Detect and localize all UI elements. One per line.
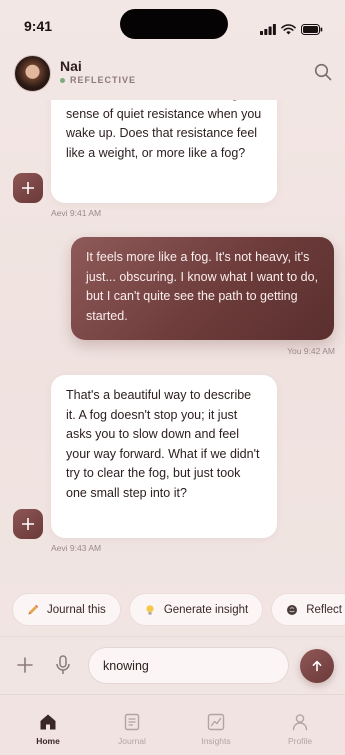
message-input[interactable] — [88, 647, 289, 684]
status-bar: 9:41 — [0, 0, 345, 46]
ai-message-bubble: session. You mentioned feeling a sense o… — [51, 100, 277, 203]
tab-label: Profile — [287, 736, 313, 746]
tab-label: Home — [36, 736, 60, 746]
status-time: 9:41 — [24, 18, 53, 34]
journal-icon — [124, 713, 140, 731]
phone-screen: 9:41 Nai REFLECTIVE sense of quiet resis… — [0, 0, 345, 755]
user-message-bubble: It feels more like a fog. It's not heavy… — [71, 237, 334, 340]
chip-label: Generate insight — [163, 603, 249, 616]
dynamic-island — [120, 9, 228, 39]
chart-icon — [207, 713, 225, 731]
pencil-icon — [28, 604, 39, 614]
avatar[interactable] — [14, 55, 51, 92]
tab-profile[interactable]: Profile — [257, 695, 343, 755]
status-icons — [260, 24, 323, 35]
ai-sparkle-icon — [13, 509, 43, 539]
message-timestamp: You 9:42 AM — [287, 346, 335, 356]
tab-bar: Home Journal Insights Profile — [0, 694, 345, 755]
contact-status: REFLECTIVE — [60, 75, 136, 85]
tab-insights[interactable]: Insights — [173, 695, 259, 755]
status-dot — [60, 77, 65, 83]
chat-header: Nai REFLECTIVE — [0, 48, 345, 100]
tab-label: Insights — [201, 736, 231, 746]
battery-icon — [301, 24, 323, 35]
ai-sparkle-icon — [13, 173, 43, 203]
composer — [0, 636, 345, 694]
chip-label: Reflect m — [306, 603, 345, 616]
ai-message-bubble: That's a beautiful way to describe it. A… — [51, 375, 277, 538]
wifi-icon — [281, 24, 296, 35]
microphone-icon[interactable] — [54, 654, 72, 676]
chip-label: Journal this — [47, 603, 106, 616]
chip-reflect[interactable]: Reflect m — [271, 593, 345, 626]
message-timestamp: Aevi 9:43 AM — [51, 543, 102, 553]
tab-home[interactable]: Home — [5, 695, 91, 755]
suggestion-chips: Journal this Generate insight Reflect m — [12, 593, 345, 627]
chip-journal-this[interactable]: Journal this — [12, 593, 121, 626]
tab-journal[interactable]: Journal — [89, 695, 175, 755]
person-icon — [292, 714, 308, 731]
send-button[interactable] — [300, 649, 334, 683]
lightbulb-icon — [146, 604, 154, 615]
plus-icon[interactable] — [15, 655, 35, 675]
message-list[interactable]: session. You mentioned feeling a sense o… — [0, 100, 345, 580]
status-label: REFLECTIVE — [70, 75, 137, 85]
chip-generate-insight[interactable]: Generate insight — [128, 593, 264, 626]
contact-name: Nai — [60, 58, 82, 74]
home-icon — [40, 714, 56, 730]
brain-icon — [287, 604, 298, 615]
tab-label: Journal — [118, 736, 146, 746]
message-timestamp: Aevi 9:41 AM — [51, 208, 102, 218]
search-icon[interactable] — [313, 62, 333, 82]
cellular-signal-icon — [260, 24, 276, 35]
arrow-up-icon — [312, 660, 322, 672]
